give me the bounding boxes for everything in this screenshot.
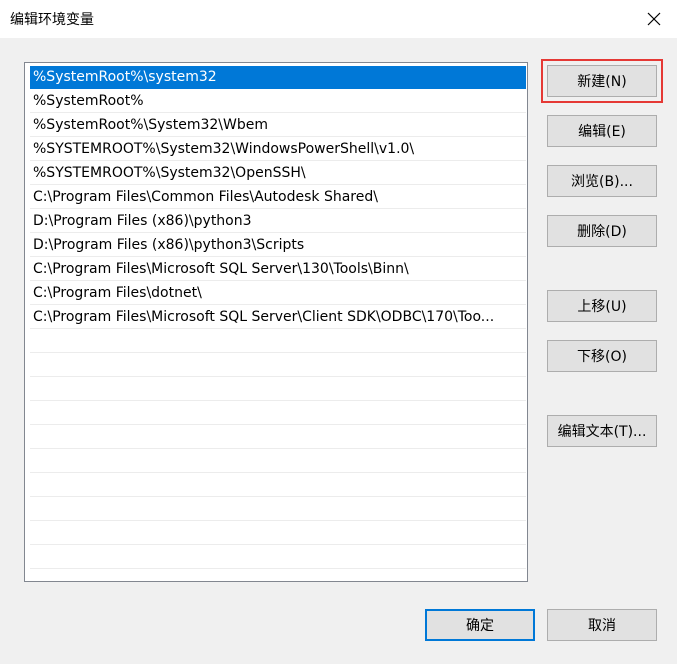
ok-button[interactable]: 确定 [425, 609, 535, 641]
empty-row[interactable] [30, 402, 526, 425]
list-item[interactable]: %SystemRoot% [30, 90, 526, 113]
empty-row[interactable] [30, 330, 526, 353]
list-item[interactable]: C:\Program Files\Microsoft SQL Server\13… [30, 258, 526, 281]
empty-row[interactable] [30, 474, 526, 497]
edit-button[interactable]: 编辑(E) [547, 115, 657, 147]
move-up-button[interactable]: 上移(U) [547, 290, 657, 322]
empty-row[interactable] [30, 426, 526, 449]
list-item[interactable]: C:\Program Files\Microsoft SQL Server\Cl… [30, 306, 526, 329]
list-item[interactable]: D:\Program Files (x86)\python3 [30, 210, 526, 233]
move-down-button[interactable]: 下移(O) [547, 340, 657, 372]
list-item[interactable]: %SystemRoot%\System32\Wbem [30, 114, 526, 137]
window-title: 编辑环境变量 [10, 12, 94, 28]
list-item[interactable]: C:\Program Files\Common Files\Autodesk S… [30, 186, 526, 209]
list-item[interactable]: %SYSTEMROOT%\System32\WindowsPowerShell\… [30, 138, 526, 161]
list-item[interactable]: %SYSTEMROOT%\System32\OpenSSH\ [30, 162, 526, 185]
cancel-button[interactable]: 取消 [547, 609, 657, 641]
path-list[interactable]: %SystemRoot%\system32 %SystemRoot% %Syst… [24, 62, 528, 582]
close-icon [647, 12, 661, 26]
empty-row[interactable] [30, 546, 526, 569]
empty-row[interactable] [30, 522, 526, 545]
browse-button[interactable]: 浏览(B)... [547, 165, 657, 197]
empty-row[interactable] [30, 450, 526, 473]
empty-row[interactable] [30, 354, 526, 377]
title-bar: 编辑环境变量 [0, 0, 677, 38]
close-button[interactable] [631, 0, 677, 38]
new-button[interactable]: 新建(N) [541, 59, 663, 103]
empty-row[interactable] [30, 378, 526, 401]
list-item[interactable]: %SystemRoot%\system32 [30, 66, 526, 89]
list-item[interactable]: C:\Program Files\dotnet\ [30, 282, 526, 305]
list-item[interactable]: D:\Program Files (x86)\python3\Scripts [30, 234, 526, 257]
edit-text-button[interactable]: 编辑文本(T)... [547, 415, 657, 447]
empty-row[interactable] [30, 498, 526, 521]
delete-button[interactable]: 删除(D) [547, 215, 657, 247]
